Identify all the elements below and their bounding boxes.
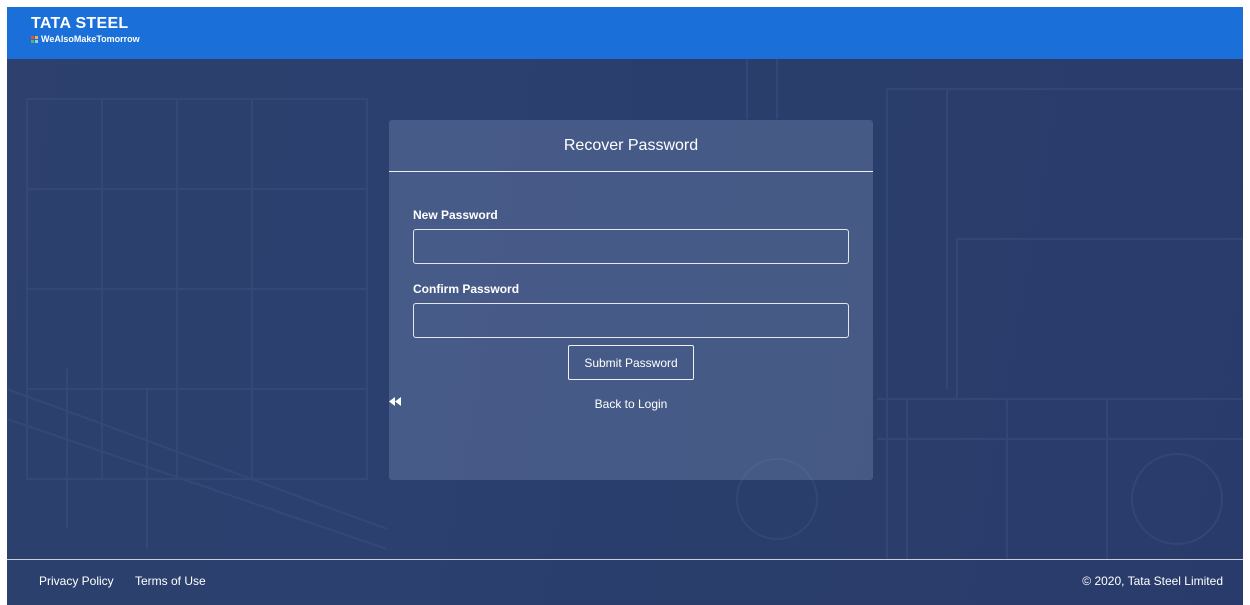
background-image: Recover Password New Password Confirm Pa…: [7, 59, 1243, 605]
hashtag-mark-icon: [31, 36, 38, 43]
logo-tagline: WeAlsoMakeTomorrow: [31, 34, 140, 45]
footer: Privacy Policy Terms of Use © 2020, Tata…: [7, 559, 1243, 605]
back-to-login-label: Back to Login: [594, 397, 668, 411]
terms-of-use-link[interactable]: Terms of Use: [135, 574, 206, 588]
card-title: Recover Password: [389, 120, 873, 172]
confirm-password-label: Confirm Password: [413, 282, 520, 296]
back-to-login-row: Back to Login: [389, 397, 873, 411]
confirm-password-input[interactable]: [413, 303, 849, 338]
back-to-login-link[interactable]: Back to Login: [389, 397, 668, 411]
privacy-policy-link[interactable]: Privacy Policy: [39, 574, 114, 588]
new-password-label: New Password: [413, 208, 498, 222]
tata-steel-logo[interactable]: TATA STEEL WeAlsoMakeTomorrow: [31, 15, 140, 45]
logo-text: TATA STEEL: [31, 15, 129, 32]
rewind-icon: [389, 397, 401, 406]
new-password-input[interactable]: [413, 229, 849, 264]
copyright-text: © 2020, Tata Steel Limited: [1082, 574, 1223, 588]
recover-password-card: Recover Password New Password Confirm Pa…: [389, 120, 873, 480]
top-bar: TATA STEEL WeAlsoMakeTomorrow: [7, 7, 1243, 59]
page-frame: TATA STEEL WeAlsoMakeTomorrow Recover Pa…: [7, 7, 1243, 605]
tagline-text: WeAlsoMakeTomorrow: [41, 34, 140, 44]
submit-password-button[interactable]: Submit Password: [568, 345, 694, 380]
